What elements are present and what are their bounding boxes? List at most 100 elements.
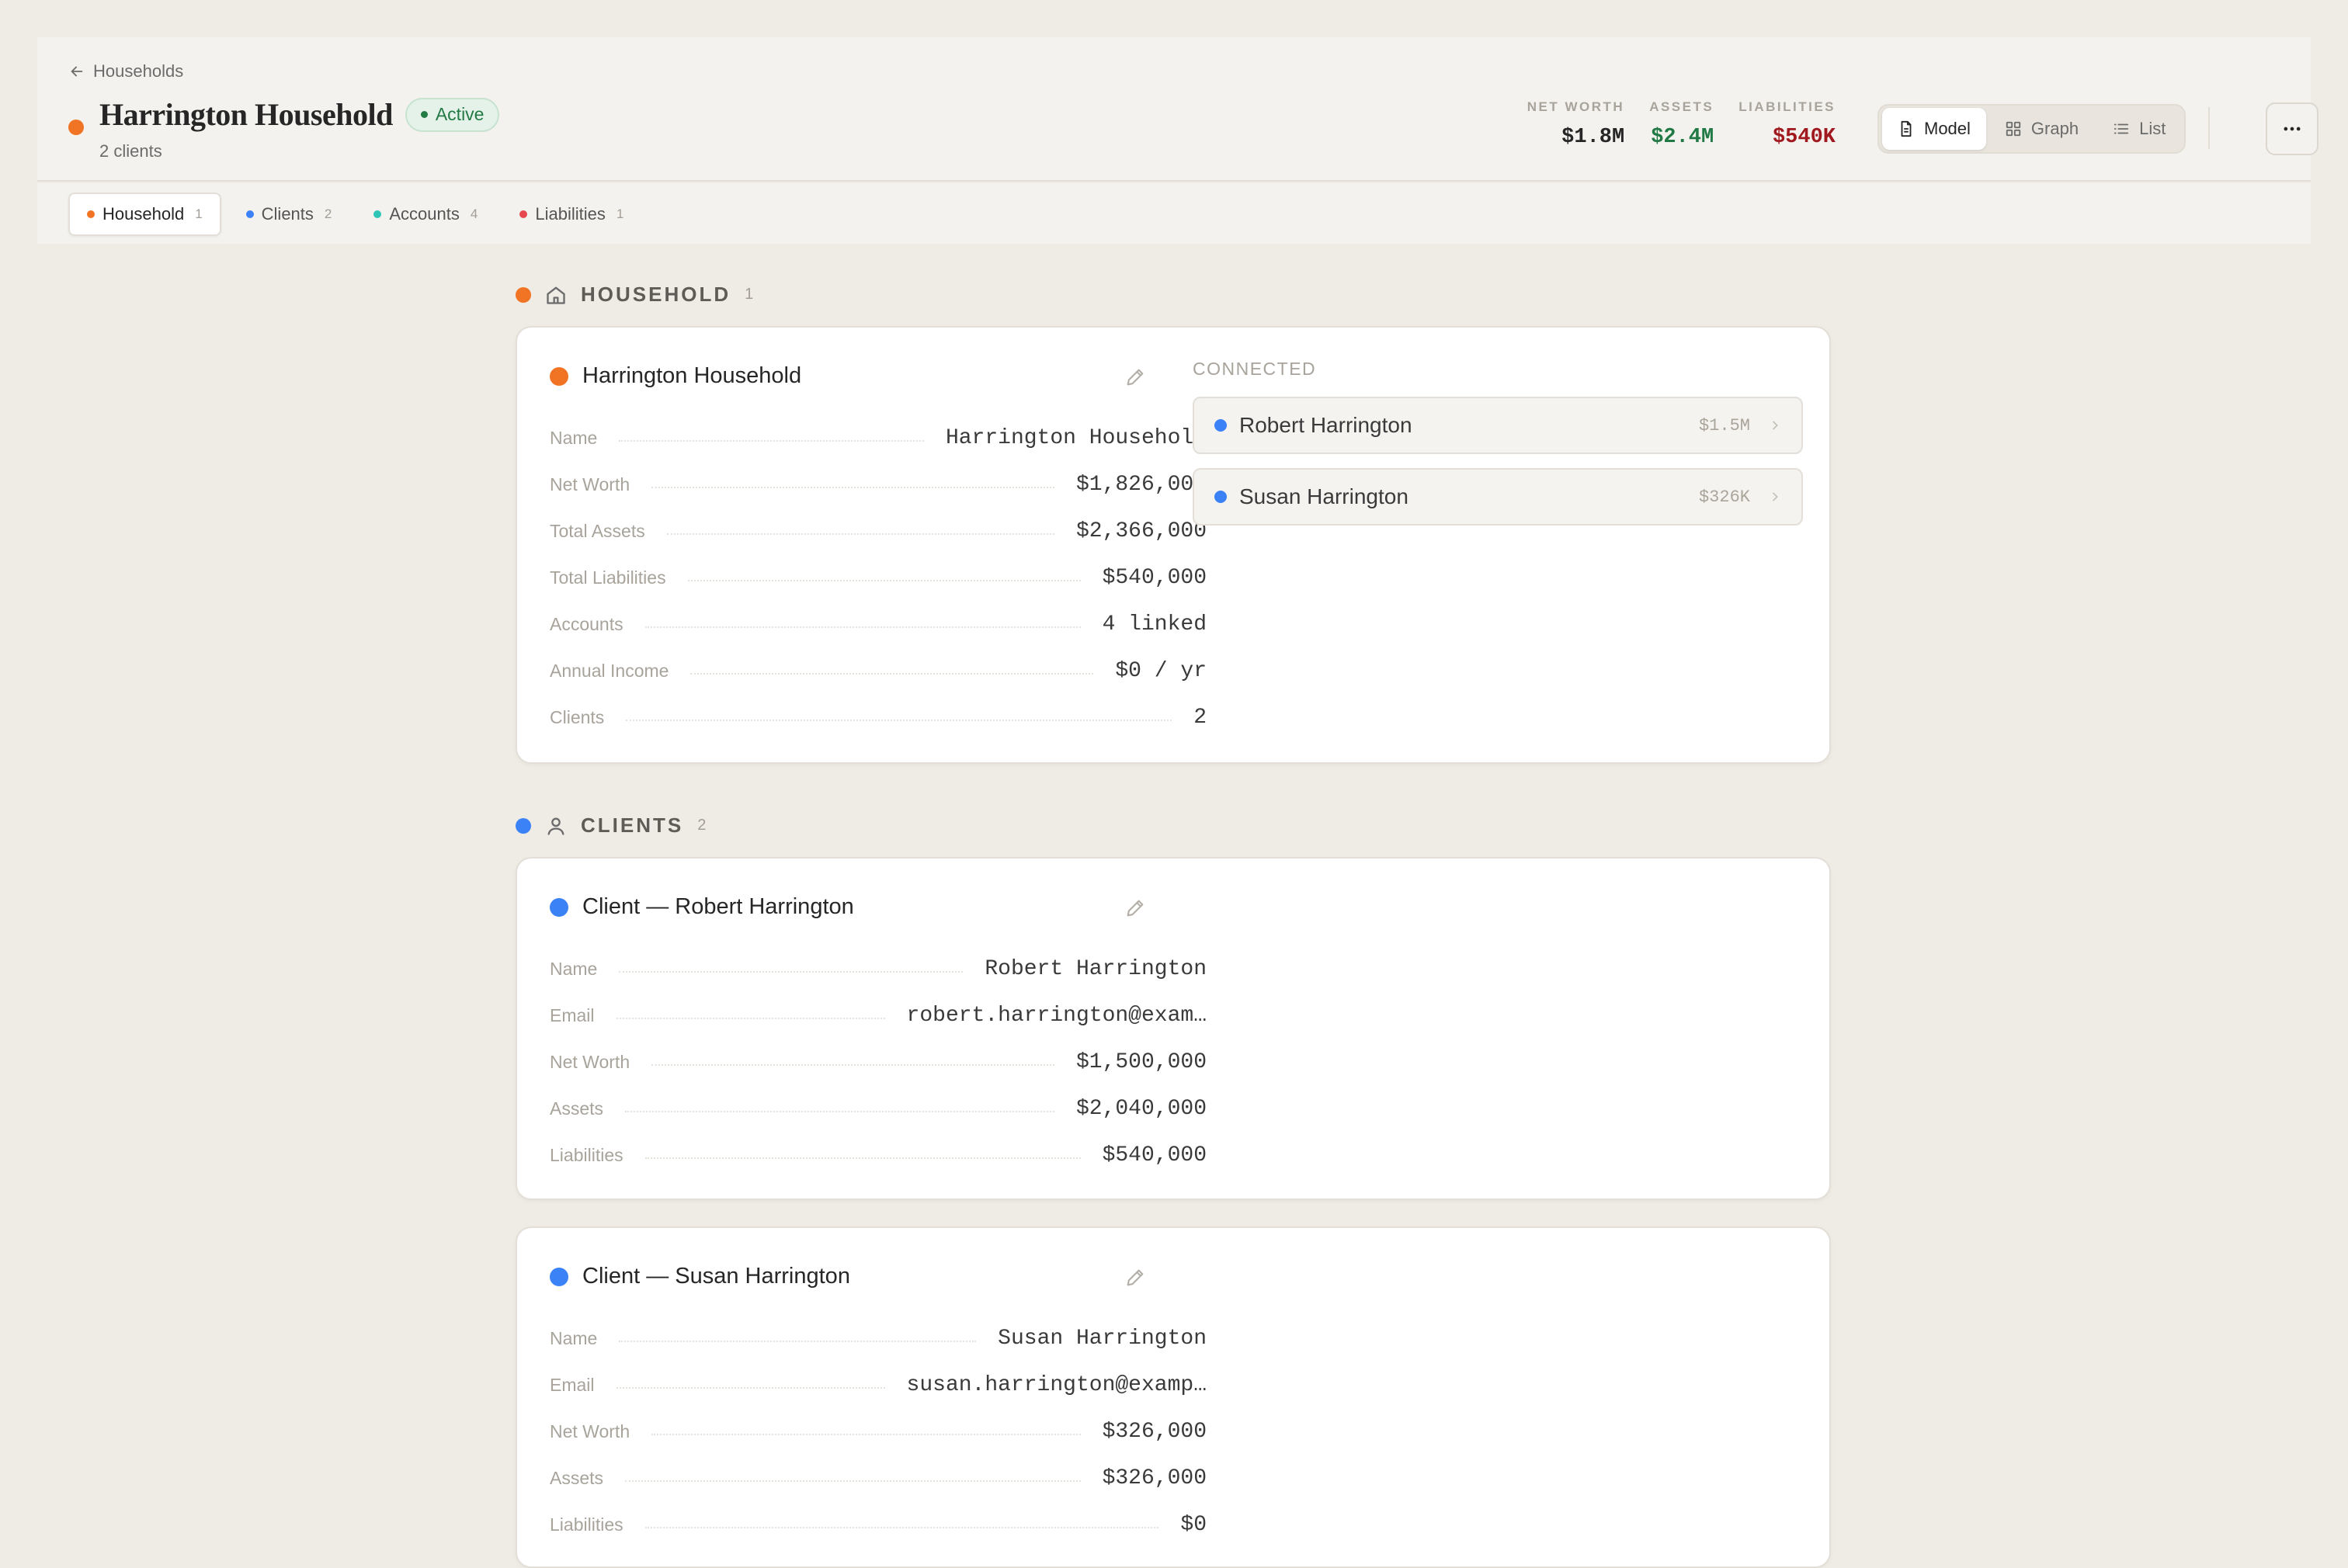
field-list: Name Harrington Household Net Worth $1,826… [550, 415, 1207, 741]
summary-stats: NET WORTH $1.8M ASSETS $2.4M LIABILITIES… [1527, 99, 1836, 149]
field-value: $2,040,000 [1075, 1096, 1207, 1121]
field-row: Clients 2 [550, 694, 1207, 741]
filter-tabs-bar: Household 1 Clients 2 Accounts 4 Liabili… [37, 183, 2311, 244]
back-link[interactable]: Households [68, 57, 183, 85]
chevron-right-icon [1773, 421, 1778, 430]
field-value: $326,000 [1102, 1466, 1207, 1490]
field-value: Susan Harrington [998, 1326, 1207, 1351]
field-value: Harrington Household [945, 425, 1207, 450]
field-row: Accounts 4 linked [550, 601, 1207, 647]
client-dot [1214, 491, 1227, 503]
field-label: Clients [550, 706, 605, 727]
stat-value: $540K [1772, 126, 1836, 149]
view-model-button[interactable]: Model [1882, 108, 1986, 150]
tab-accounts[interactable]: Accounts 4 [356, 193, 495, 236]
connected-amount: $1.5M [1698, 415, 1750, 435]
page-title: Harrington Household [99, 97, 393, 132]
leader-line [651, 1064, 1054, 1066]
edit-pencil-icon[interactable] [1124, 897, 1146, 919]
field-list: Name Susan Harrington Email susan.harringt… [550, 1315, 1207, 1548]
leader-line [690, 673, 1094, 675]
field-label: Assets [550, 1467, 604, 1488]
edit-pencil-icon[interactable] [1124, 366, 1146, 388]
connected-item[interactable]: Robert Harrington $1.5M [1193, 397, 1803, 454]
connected-panel: CONNECTED Robert Harrington $1.5M Susan … [1193, 359, 1803, 526]
field-row: Email robert.harrington@exam… [550, 992, 1207, 1039]
leader-line [616, 1018, 885, 1019]
status-badge: Active [405, 97, 500, 132]
tab-household[interactable]: Household 1 [68, 193, 221, 236]
tab-clients[interactable]: Clients 2 [229, 193, 349, 236]
edit-pencil-icon[interactable] [1124, 1267, 1146, 1289]
client-dot [1214, 419, 1227, 432]
stat-assets: ASSETS $2.4M [1649, 99, 1714, 149]
card-dot [550, 366, 568, 386]
tab-count: 1 [616, 206, 624, 221]
field-row: Name Susan Harrington [550, 1315, 1207, 1362]
stat-label: LIABILITIES [1738, 99, 1836, 114]
field-list: Name Robert Harrington Email robert.harrin… [550, 945, 1207, 1178]
card-title: Harrington Household [582, 363, 802, 388]
leader-line [644, 1157, 1081, 1159]
household-card: Harrington Household Name Harrington Hous… [516, 326, 1831, 764]
card-dot [550, 1267, 568, 1286]
field-row: Assets $2,040,000 [550, 1085, 1207, 1132]
field-value: 2 [1193, 705, 1207, 730]
leader-line [619, 1341, 977, 1342]
card-dot [550, 897, 568, 917]
field-value: 4 linked [1102, 612, 1207, 637]
view-list-button[interactable]: List [2097, 108, 2181, 150]
field-value: $326,000 [1102, 1419, 1207, 1444]
leader-line [625, 1480, 1081, 1482]
field-label: Total Liabilities [550, 567, 666, 588]
page-header: Households Harrington Household Active 2… [37, 37, 2318, 182]
stat-liabilities: LIABILITIES $540K [1738, 99, 1836, 149]
field-row: Name Harrington Household [550, 415, 1207, 461]
tab-liabilities[interactable]: Liabilities 1 [502, 193, 641, 236]
leader-line [625, 1111, 1054, 1112]
field-row: Net Worth $326,000 [550, 1408, 1207, 1455]
field-value: $0 [1180, 1512, 1207, 1537]
field-row: Net Worth $1,826,000 [550, 461, 1207, 508]
chevron-right-icon [1773, 492, 1778, 501]
field-value: $0 / yr [1115, 658, 1207, 683]
leader-line [644, 626, 1081, 628]
field-value: $2,366,000 [1075, 519, 1207, 543]
field-row: Total Liabilities $540,000 [550, 554, 1207, 601]
client-card: Client — Susan Harrington Name Susan Harr… [516, 1226, 1831, 1568]
field-row: Annual Income $0 / yr [550, 647, 1207, 694]
field-row: Name Robert Harrington [550, 945, 1207, 992]
view-graph-button[interactable]: Graph [1989, 108, 2094, 150]
page-title-wrap: Harrington Household Active [99, 96, 500, 133]
card-title: Client — Susan Harrington [582, 1264, 850, 1289]
connected-name: Susan Harrington [1239, 484, 1408, 508]
field-row: Assets $326,000 [550, 1455, 1207, 1501]
field-label: Accounts [550, 613, 623, 634]
stat-net-worth: NET WORTH $1.8M [1527, 99, 1624, 149]
connected-item[interactable]: Susan Harrington $326K [1193, 468, 1803, 526]
field-label: Net Worth [550, 1421, 630, 1441]
client-card: Client — Robert Harrington Name Robert Ha… [516, 857, 1831, 1200]
field-row: Email susan.harrington@examp… [550, 1362, 1207, 1408]
field-label: Net Worth [550, 474, 630, 494]
card-title-wrap: Harrington Household [550, 363, 801, 389]
more-options-button[interactable] [2266, 102, 2318, 155]
household-color-dot [68, 120, 84, 135]
field-label: Total Assets [550, 520, 645, 541]
document-icon [1901, 120, 1912, 137]
field-label: Name [550, 1327, 598, 1348]
tab-label: Liabilities [535, 204, 606, 224]
stat-value: $2.4M [1651, 126, 1714, 149]
field-label: Assets [550, 1098, 604, 1119]
field-row: Total Assets $2,366,000 [550, 508, 1207, 554]
view-model-label: Model [1924, 119, 1971, 138]
field-value: robert.harrington@exam… [906, 1003, 1207, 1028]
tab-count: 2 [324, 206, 332, 221]
more-horizontal-icon [2284, 127, 2301, 131]
user-icon [547, 817, 564, 835]
field-label: Name [550, 958, 598, 979]
field-label: Name [550, 427, 598, 448]
section-title: HOUSEHOLD [581, 283, 731, 306]
stat-label: NET WORTH [1527, 99, 1625, 114]
connected-name: Robert Harrington [1239, 413, 1412, 437]
